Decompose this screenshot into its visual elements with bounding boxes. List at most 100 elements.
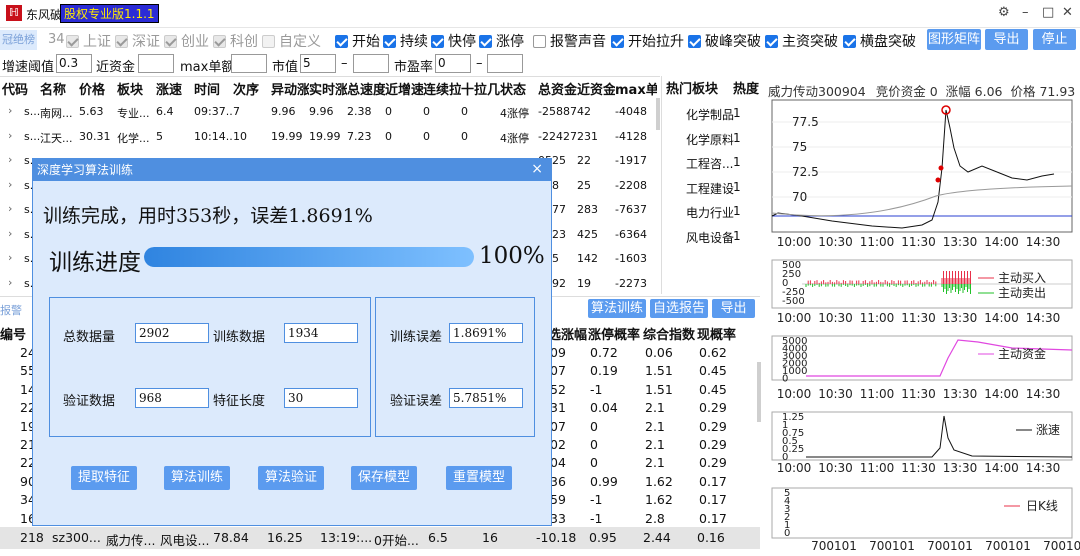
main-header-7[interactable]: 异动涨 — [271, 79, 309, 99]
sector-name[interactable]: 工程咨... — [686, 155, 733, 172]
main-header-15[interactable]: 近资金 — [577, 79, 615, 99]
filter-start-rise[interactable]: 开始拉升 — [611, 31, 684, 51]
recent-funds-input[interactable] — [138, 54, 174, 73]
row-expand-icon[interactable]: › — [8, 227, 12, 240]
bottom-cell: 0 — [590, 455, 598, 471]
bottom-header-3[interactable]: 现概率 — [697, 324, 736, 344]
sector-name[interactable]: 化学原料 — [686, 131, 734, 148]
main-header-4[interactable]: 涨速 — [156, 79, 194, 99]
row-expand-icon[interactable]: › — [8, 129, 12, 142]
algo-train-dialog-button[interactable]: 算法训练 — [164, 466, 230, 490]
bottom-header-1[interactable]: 涨停概率 — [588, 324, 640, 344]
error-stats-frame — [375, 297, 535, 437]
main-header-5[interactable]: 时间 — [194, 79, 233, 99]
funds-x-tick: 10:00 — [777, 387, 812, 401]
leaderboard-tag[interactable]: 冠绝榜 — [0, 30, 37, 50]
export-button[interactable]: 导出 — [985, 29, 1028, 50]
maximize-icon[interactable]: □ — [1042, 5, 1054, 20]
price-x-tick: 10:30 — [818, 235, 853, 249]
price-x-tick: 14:30 — [1026, 235, 1061, 249]
speed-threshold-input[interactable]: 0.3 — [56, 54, 92, 73]
main-header-11[interactable]: 连续拉 — [423, 79, 461, 99]
pe-max-input[interactable] — [487, 54, 523, 73]
bottom-cell: 0.62 — [699, 345, 727, 360]
main-header-13[interactable]: 状态 — [500, 79, 538, 99]
filter-alarm-sound[interactable]: 报警声音 — [533, 31, 606, 51]
market-cap-min-input[interactable]: 5 — [300, 54, 336, 73]
stop-button[interactable]: 停止 — [1033, 29, 1076, 50]
main-header-8[interactable]: 实时涨 — [309, 79, 347, 99]
main-header-16[interactable]: max单 — [615, 79, 657, 99]
filter-fast-stop[interactable]: 快停 — [431, 31, 476, 51]
sector-name[interactable]: 工程建设 — [686, 180, 734, 197]
row-expand-icon[interactable]: › — [8, 178, 12, 191]
sector-name[interactable]: 化学制品 — [686, 106, 734, 123]
train-error-label: 训练误差 — [390, 330, 443, 345]
main-header-14[interactable]: 总资金 — [538, 79, 577, 99]
sector-heat: 1 — [733, 155, 741, 169]
extract-features-button[interactable]: 提取特征 — [71, 466, 137, 490]
close-icon[interactable]: ✕ — [1062, 5, 1073, 20]
main-cell: -6364 — [615, 227, 647, 241]
bottom-scrollbar[interactable] — [757, 362, 761, 422]
row-expand-icon[interactable]: › — [8, 276, 12, 289]
filter-custom[interactable]: 自定义 — [262, 31, 321, 51]
max-order-input[interactable] — [231, 54, 267, 73]
alarm-tab[interactable]: 报警 — [0, 302, 22, 318]
main-header-3[interactable]: 板块 — [117, 79, 156, 99]
valid-error-field[interactable]: 5.7851% — [449, 388, 523, 408]
minimize-icon[interactable]: – — [1022, 5, 1029, 20]
sector-name[interactable]: 风电设备 — [686, 229, 734, 246]
main-header-10[interactable]: 近增速 — [385, 79, 423, 99]
filter-funds-break[interactable]: 主资突破 — [765, 31, 838, 51]
sector-name[interactable]: 电力行业 — [686, 204, 734, 221]
train-error-field[interactable]: 1.8691% — [449, 323, 523, 343]
filter-star[interactable]: 科创 — [213, 31, 258, 51]
table-scrollbar[interactable] — [656, 98, 660, 130]
algo-verify-button[interactable]: 算法验证 — [258, 466, 324, 490]
main-header-6[interactable]: 次序 — [233, 79, 271, 99]
dialog-close-icon[interactable]: × — [531, 161, 543, 177]
self-report-button[interactable]: 自选报告 — [650, 299, 708, 318]
algo-train-button[interactable]: 算法训练 — [588, 299, 646, 318]
funds-x-tick: 10:30 — [818, 387, 853, 401]
market-cap-max-input[interactable] — [353, 54, 389, 73]
bottom-export-button[interactable]: 导出 — [712, 299, 755, 318]
price-y-tick: 70 — [792, 190, 807, 204]
row-expand-icon[interactable]: › — [8, 202, 12, 215]
bottom-header-0[interactable]: 选涨幅 — [548, 324, 587, 344]
filter-start[interactable]: 开始 — [335, 31, 380, 51]
reset-model-button[interactable]: 重置模型 — [446, 466, 512, 490]
kline-chart-frame — [771, 487, 1073, 539]
main-cell: 231 — [577, 129, 598, 143]
flow-x-tick: 14:00 — [984, 311, 1019, 325]
main-header-1[interactable]: 名称 — [40, 79, 79, 99]
row-expand-icon[interactable]: › — [8, 153, 12, 166]
row-expand-icon[interactable]: › — [8, 104, 12, 117]
filter-shenzhen[interactable]: 深证 — [115, 31, 160, 51]
filter-peak-break[interactable]: 破峰突破 — [688, 31, 761, 51]
filter-limit-up[interactable]: 涨停 — [479, 31, 524, 51]
row-expand-icon[interactable]: › — [8, 251, 12, 264]
bottom-cell: 0.19 — [590, 363, 618, 379]
filter-flat-break[interactable]: 横盘突破 — [843, 31, 916, 51]
pe-min-input[interactable]: 0 — [435, 54, 471, 73]
main-header-0[interactable]: 代码 — [2, 79, 40, 99]
train-data-field[interactable]: 1934 — [284, 323, 358, 343]
settings-icon[interactable]: ⚙ — [998, 5, 1010, 20]
graph-matrix-button[interactable]: 图形矩阵 — [927, 29, 981, 50]
filter-continue[interactable]: 持续 — [383, 31, 428, 51]
bottom-header-2[interactable]: 综合指数 — [643, 324, 695, 344]
feature-length-field[interactable]: 30 — [284, 388, 358, 408]
valid-data-field[interactable]: 968 — [135, 388, 209, 408]
main-header-9[interactable]: 总速度 — [347, 79, 385, 99]
filter-shanghai[interactable]: 上证 — [66, 31, 111, 51]
main-cell: 7 — [233, 105, 240, 118]
save-model-button[interactable]: 保存模型 — [351, 466, 417, 490]
total-data-field[interactable]: 2902 — [135, 323, 209, 343]
main-cell: 142 — [577, 252, 598, 265]
main-header-12[interactable]: 十拉几 — [461, 79, 500, 99]
filter-chinext[interactable]: 创业 — [164, 31, 209, 51]
main-header-2[interactable]: 价格 — [79, 79, 117, 99]
kline-y-tick: 0 — [784, 528, 790, 539]
